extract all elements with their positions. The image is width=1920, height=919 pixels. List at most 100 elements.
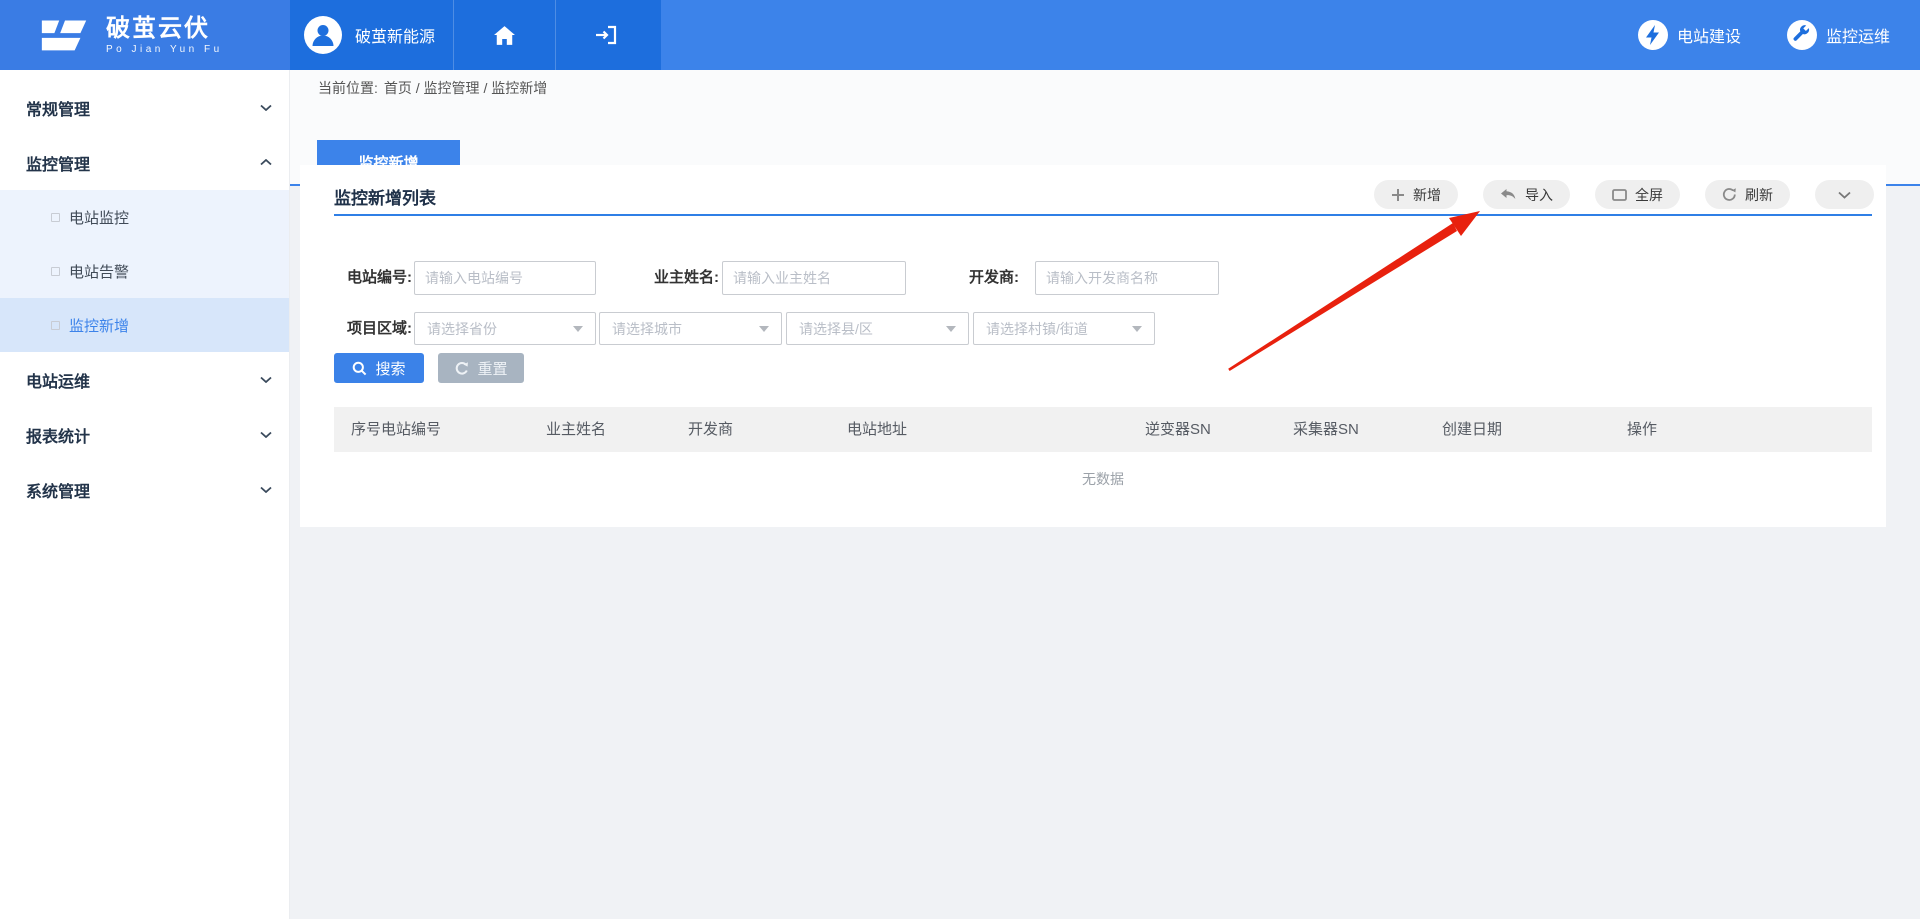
breadcrumb-path: 首页 / 监控管理 / 监控新增 [384, 78, 547, 98]
chevron-down-icon [260, 376, 272, 383]
chevron-down-icon [260, 104, 272, 111]
col-操作: 操作 [1627, 407, 1657, 452]
table-header-row: 序号 电站编号 业主姓名 开发商 电站地址 逆变器SN 采集器SN 创建日期 操… [334, 407, 1872, 452]
user-account[interactable]: 破茧新能源 [290, 0, 454, 70]
sidebar-group-label: 监控管理 [26, 151, 260, 175]
add-button[interactable]: 新增 [1374, 180, 1458, 209]
plus-icon [1391, 188, 1405, 202]
sidebar-item-monitor-mgmt[interactable]: 监控管理 [0, 135, 289, 190]
province-select[interactable]: 请选择省份 [414, 312, 596, 345]
refresh-button[interactable]: 刷新 [1705, 180, 1790, 209]
sign-out-icon [594, 24, 618, 46]
button-label: 导入 [1525, 185, 1553, 205]
logo-subtitle: Po Jian Yun Fu [106, 44, 223, 55]
developer-input[interactable] [1035, 261, 1219, 295]
button-label: 全屏 [1635, 185, 1663, 205]
home-button[interactable] [454, 0, 556, 70]
button-label: 搜索 [375, 358, 405, 379]
nav-monitor-ops[interactable]: 监控运维 [1787, 20, 1890, 50]
bullet-icon [51, 267, 60, 276]
caret-down-icon [946, 326, 956, 332]
col-逆变器SN: 逆变器SN [1145, 407, 1211, 452]
logo-text: 破茧云伏 Po Jian Yun Fu [106, 16, 223, 55]
select-placeholder: 请选择城市 [612, 319, 751, 339]
header-nav: 电站建设 监控运维 [1592, 0, 1920, 70]
fullscreen-icon [1612, 189, 1627, 201]
sidebar-item-system-mgmt[interactable]: 系统管理 [0, 462, 289, 517]
panel-title: 监控新增列表 [334, 184, 436, 209]
caret-down-icon [759, 326, 769, 332]
caret-down-icon [573, 326, 583, 332]
monitor-add-list-panel: 监控新增列表 新增 导入 全屏 刷新 电站编号: [300, 165, 1886, 527]
city-select[interactable]: 请选择城市 [599, 312, 782, 345]
import-icon [1500, 188, 1517, 201]
owner-name-input[interactable] [722, 261, 906, 295]
panel-toolbar: 新增 导入 全屏 刷新 [1349, 180, 1874, 209]
app-window: 破茧云伏 Po Jian Yun Fu 破茧新能源 [0, 0, 1920, 919]
breadcrumb-label: 当前位置: [318, 78, 378, 98]
button-label: 新增 [1413, 185, 1441, 205]
bullet-icon [51, 321, 60, 330]
logo: 破茧云伏 Po Jian Yun Fu [0, 0, 290, 70]
reset-button[interactable]: 重置 [438, 353, 524, 383]
header-middle-section: 破茧新能源 [290, 0, 661, 70]
search-button[interactable]: 搜索 [334, 353, 424, 383]
nav-station-construction[interactable]: 电站建设 [1638, 20, 1741, 50]
fullscreen-button[interactable]: 全屏 [1595, 180, 1680, 209]
caret-down-icon [1132, 326, 1142, 332]
col-业主姓名: 业主姓名 [546, 407, 606, 452]
wrench-icon [1787, 20, 1817, 50]
sidebar: 常规管理 监控管理 电站监控 电站告警 监控新增 电站运维 [0, 70, 290, 919]
nav-label: 电站建设 [1677, 23, 1741, 47]
chevron-up-icon [260, 159, 272, 166]
refresh-icon [1722, 187, 1737, 202]
select-placeholder: 请选择县/区 [799, 319, 938, 339]
sidebar-item-station-monitor[interactable]: 电站监控 [0, 190, 289, 244]
chevron-down-icon [1838, 191, 1851, 199]
import-button[interactable]: 导入 [1483, 180, 1570, 209]
col-电站编号: 电站编号 [381, 407, 441, 452]
select-placeholder: 请选择村镇/街道 [986, 319, 1124, 339]
breadcrumb: 当前位置: 首页 / 监控管理 / 监控新增 [290, 70, 1920, 105]
logo-title: 破茧云伏 [106, 16, 223, 42]
sidebar-item-label: 电站监控 [69, 207, 129, 228]
col-序号: 序号 [351, 407, 381, 452]
sidebar-item-label: 电站告警 [69, 261, 129, 282]
company-name: 破茧新能源 [355, 23, 435, 47]
button-label: 刷新 [1745, 185, 1773, 205]
select-placeholder: 请选择省份 [427, 319, 565, 339]
sidebar-submenu: 电站监控 电站告警 监控新增 [0, 190, 289, 352]
top-header: 破茧云伏 Po Jian Yun Fu 破茧新能源 [0, 0, 1920, 70]
col-开发商: 开发商 [688, 407, 733, 452]
title-divider [334, 214, 1872, 216]
nav-label: 监控运维 [1826, 23, 1890, 47]
user-avatar-icon [304, 16, 342, 54]
home-icon [493, 25, 516, 46]
chevron-down-icon [260, 431, 272, 438]
station-code-input[interactable] [414, 261, 596, 295]
logout-button[interactable] [556, 0, 656, 70]
sidebar-item-station-alarm[interactable]: 电站告警 [0, 244, 289, 298]
developer-label: 开发商: [957, 261, 1019, 295]
sidebar-group-label: 常规管理 [26, 96, 260, 120]
owner-name-label: 业主姓名: [643, 261, 719, 295]
col-采集器SN: 采集器SN [1293, 407, 1359, 452]
sidebar-group-label: 报表统计 [26, 423, 260, 447]
col-创建日期: 创建日期 [1442, 407, 1502, 452]
town-select[interactable]: 请选择村镇/街道 [973, 312, 1155, 345]
sidebar-group-label: 电站运维 [26, 368, 260, 392]
col-电站地址: 电站地址 [847, 407, 907, 452]
sidebar-group-label: 系统管理 [26, 478, 260, 502]
sidebar-item-report-stats[interactable]: 报表统计 [0, 407, 289, 462]
collapse-toolbar-button[interactable] [1815, 180, 1874, 209]
lightning-icon [1638, 20, 1668, 50]
sidebar-item-label: 监控新增 [69, 315, 129, 336]
chevron-down-icon [260, 486, 272, 493]
bullet-icon [51, 213, 60, 222]
county-select[interactable]: 请选择县/区 [786, 312, 969, 345]
button-label: 重置 [477, 358, 507, 379]
sidebar-item-monitor-add[interactable]: 监控新增 [0, 298, 289, 352]
empty-state: 无数据 [334, 452, 1872, 489]
sidebar-item-general-mgmt[interactable]: 常规管理 [0, 80, 289, 135]
sidebar-item-station-ops[interactable]: 电站运维 [0, 352, 289, 407]
